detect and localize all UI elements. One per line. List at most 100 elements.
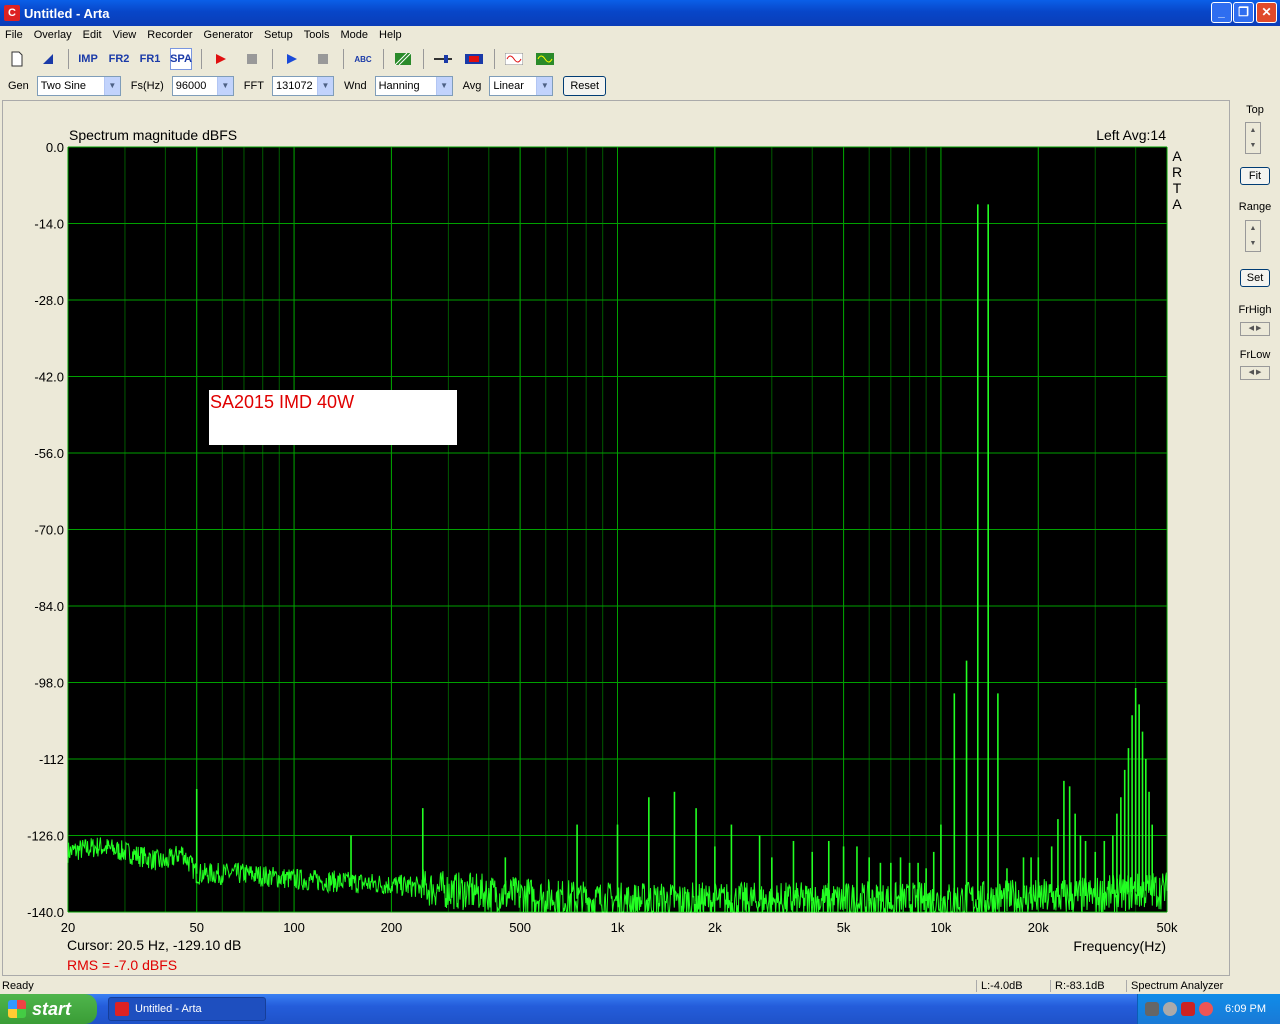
generator-bar: Gen Two Sine ▼ Fs(Hz) 96000 ▼ FFT 131072 ▼ … xyxy=(0,74,1280,98)
toolbar-separator xyxy=(423,49,424,69)
start-label: start xyxy=(32,998,72,1019)
fs-select[interactable]: 96000 ▼ xyxy=(171,76,234,96)
record-stop-icon[interactable] xyxy=(241,48,263,70)
fr1-button[interactable]: FR1 xyxy=(139,48,161,70)
plot-header-left: Spectrum magnitude dBFS xyxy=(69,127,237,143)
slider-icon[interactable] xyxy=(432,48,454,70)
range-label: Range xyxy=(1238,201,1272,213)
avg-select[interactable]: Linear ▼ xyxy=(489,76,554,96)
gen-label: Gen xyxy=(8,80,29,92)
set-button[interactable]: Set xyxy=(1240,269,1270,287)
taskbar: start Untitled - Arta 6:09 PM xyxy=(0,994,1280,1024)
y-tick-label: -112 xyxy=(39,752,64,767)
cursor-readout: Cursor: 20.5 Hz, -129.10 dB xyxy=(67,937,241,953)
menu-mode[interactable]: Mode xyxy=(335,29,374,41)
arta-app-icon xyxy=(115,1002,129,1016)
generator-stop-icon[interactable] xyxy=(312,48,334,70)
flag-bar-icon[interactable] xyxy=(463,48,485,70)
clock: 6:09 PM xyxy=(1225,1003,1266,1015)
menu-file[interactable]: File xyxy=(0,29,29,41)
new-file-icon[interactable] xyxy=(6,48,28,70)
maximize-button[interactable]: ❐ xyxy=(1233,2,1254,23)
status-right-level: R:-83.1dB xyxy=(1050,980,1126,992)
y-tick-label: 0.0 xyxy=(46,140,64,155)
gen-select-value: Two Sine xyxy=(40,80,87,92)
brand-letter: R xyxy=(1172,164,1182,180)
wnd-select[interactable]: Hanning ▼ xyxy=(374,76,453,96)
fft-select[interactable]: 131072 ▼ xyxy=(271,76,334,96)
menu-edit[interactable]: Edit xyxy=(78,29,108,41)
hatch-icon[interactable] xyxy=(392,48,414,70)
chevron-down-icon[interactable]: ▼ xyxy=(536,77,553,95)
fit-button[interactable]: Fit xyxy=(1240,167,1270,185)
wnd-label: Wnd xyxy=(343,80,367,92)
sine-wave-icon[interactable] xyxy=(503,48,525,70)
menu-setup[interactable]: Setup xyxy=(259,29,299,41)
y-tick-label: -126.0 xyxy=(27,829,64,844)
menu-recorder[interactable]: Recorder xyxy=(142,29,198,41)
start-button[interactable]: start xyxy=(0,994,97,1024)
fr2-button[interactable]: FR2 xyxy=(108,48,130,70)
range-spinner[interactable]: ▲ ▼ xyxy=(1245,220,1261,252)
y-tick-label: -56.0 xyxy=(34,446,64,461)
volume-icon[interactable] xyxy=(1163,1002,1178,1016)
x-tick-label: 500 xyxy=(509,920,531,935)
x-tick-label: 1k xyxy=(611,920,625,935)
menu-help[interactable]: Help xyxy=(374,29,408,41)
menu-tools[interactable]: Tools xyxy=(299,29,336,41)
y-tick-label: -98.0 xyxy=(34,676,64,691)
scope-icon[interactable] xyxy=(534,48,556,70)
top-spinner[interactable]: ▲ ▼ xyxy=(1245,122,1261,154)
close-button[interactable]: ✕ xyxy=(1256,2,1277,23)
chevron-down-icon[interactable]: ▼ xyxy=(435,77,452,95)
chevron-down-icon[interactable]: ▼ xyxy=(316,77,333,95)
y-tick-label: -14.0 xyxy=(34,217,64,232)
menu-generator[interactable]: Generator xyxy=(199,29,260,41)
annotation-text: SA2015 IMD 40W xyxy=(210,392,354,412)
rms-readout: RMS = -7.0 dBFS xyxy=(67,957,177,973)
spectrum-chart-area[interactable]: 0.0 -14.0 -28.0 -42.0 -56.0 -70.0 -84.0 -98.0 -1… xyxy=(2,100,1230,976)
minimize-button[interactable]: _ xyxy=(1211,2,1232,23)
open-icon[interactable] xyxy=(37,48,59,70)
spa-button[interactable]: SPA xyxy=(170,48,192,70)
x-tick-label: 50 xyxy=(189,920,203,935)
frlow-spinner[interactable]: ◀ ▶ xyxy=(1240,366,1270,380)
brand-letter: A xyxy=(1172,196,1182,212)
reset-button[interactable]: Reset xyxy=(563,76,607,96)
x-tick-label: 200 xyxy=(381,920,403,935)
avg-select-value: Linear xyxy=(493,80,524,92)
toolbar-separator xyxy=(494,49,495,69)
y-tick-label: -70.0 xyxy=(34,523,64,538)
frlow-label: FrLow xyxy=(1239,349,1271,361)
menu-overlay[interactable]: Overlay xyxy=(29,29,78,41)
spectrum-plot[interactable]: 0.0 -14.0 -28.0 -42.0 -56.0 -70.0 -84.0 -98.0 -1… xyxy=(3,101,1229,975)
top-label: Top xyxy=(1246,104,1264,116)
frhigh-spinner[interactable]: ◀ ▶ xyxy=(1240,322,1270,336)
imp-button[interactable]: IMP xyxy=(77,48,99,70)
chevron-down-icon[interactable]: ▼ xyxy=(103,77,120,95)
x-tick-label: 5k xyxy=(837,920,851,935)
x-tick-label: 20k xyxy=(1028,920,1049,935)
generator-play-icon[interactable] xyxy=(281,48,303,70)
plot-header-right: Left Avg:14 xyxy=(1096,127,1166,143)
gen-select[interactable]: Two Sine ▼ xyxy=(36,76,121,96)
wnd-select-value: Hanning xyxy=(378,80,420,92)
taskbar-item-arta[interactable]: Untitled - Arta xyxy=(108,997,266,1021)
shield-icon[interactable] xyxy=(1181,1002,1196,1016)
menu-view[interactable]: View xyxy=(108,29,143,41)
abc-icon[interactable]: ABC xyxy=(352,48,374,70)
x-axis-label: Frequency(Hz) xyxy=(1073,938,1166,954)
fs-select-value: 96000 xyxy=(175,80,207,92)
record-play-icon[interactable] xyxy=(210,48,232,70)
status-mode: Spectrum Analyzer xyxy=(1126,980,1223,992)
right-panel: Top ▲ ▼ Fit Range ▲ ▼ Set FrHigh ◀ ▶ FrLow… xyxy=(1232,100,1280,976)
toolbar-separator xyxy=(383,49,384,69)
network-icon[interactable] xyxy=(1145,1002,1160,1016)
status-bar: Ready L:-4.0dB R:-83.1dB Spectrum Analyz… xyxy=(0,978,1280,994)
arta-app-icon[interactable]: C xyxy=(4,5,20,21)
fs-label: Fs(Hz) xyxy=(130,80,164,92)
antivirus-icon[interactable] xyxy=(1199,1002,1214,1016)
chevron-down-icon[interactable]: ▼ xyxy=(216,77,233,95)
x-tick-label: 20 xyxy=(61,920,75,935)
y-tick-label: -42.0 xyxy=(34,370,64,385)
